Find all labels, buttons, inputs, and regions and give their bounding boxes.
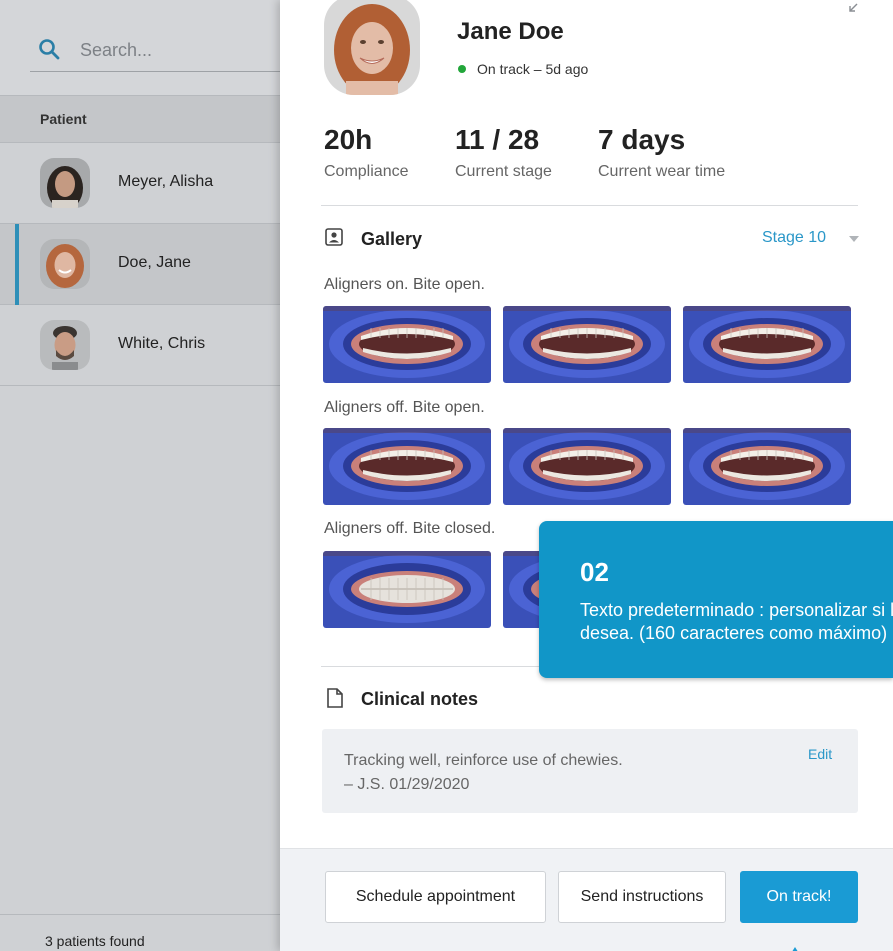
document-icon [327, 688, 343, 708]
stage-select[interactable]: Stage 10 [762, 229, 826, 247]
dental-photo-image [683, 428, 851, 505]
divider [321, 205, 858, 206]
patient-name: Doe, Jane [118, 254, 191, 271]
patient-list-panel: Patient Meyer, Alisha Doe, Jane [0, 0, 282, 951]
clinical-notes-title: Clinical notes [361, 689, 479, 709]
gallery-photo[interactable] [683, 306, 851, 383]
action-bar: Schedule appointment Send instructions O… [280, 848, 893, 951]
gallery-row-label: Aligners off. Bite open. [324, 399, 485, 416]
search-underline [30, 71, 282, 72]
on-track-button[interactable]: On track! [740, 871, 858, 923]
search-bar [0, 0, 282, 96]
dental-photo-image [683, 306, 851, 383]
patient-name-title: Jane Doe [457, 18, 564, 45]
search-icon [39, 39, 60, 60]
dental-photo-image [323, 551, 491, 628]
avatar [40, 320, 90, 370]
patient-avatar [324, 0, 420, 95]
avatar-image [40, 158, 90, 208]
edit-note-link[interactable]: Edit [808, 746, 832, 762]
clinical-note-card: Tracking well, reinforce use of chewies.… [322, 729, 858, 813]
gallery-title: Gallery [361, 229, 423, 249]
avatar-image [40, 239, 90, 289]
stat-wear-time-label: Current wear time [598, 163, 726, 180]
gallery-photo[interactable] [683, 428, 851, 505]
patient-photo [324, 0, 420, 95]
stat-stage-value: 11 / 28 [455, 124, 540, 155]
pointer-arrow-icon [790, 947, 800, 951]
stat-stage-label: Current stage [455, 163, 552, 180]
patient-name: Meyer, Alisha [118, 173, 214, 190]
stat-wear-time-value: 7 days [598, 124, 686, 155]
patient-list-footer: 3 patients found [0, 914, 282, 951]
patient-count: 3 patients found [45, 933, 145, 949]
image-icon [325, 228, 343, 246]
dental-photo-image [503, 306, 671, 383]
search-input[interactable] [80, 38, 270, 62]
schedule-appointment-button[interactable]: Schedule appointment [325, 871, 546, 923]
status-indicator [458, 65, 466, 73]
gallery-photo[interactable] [503, 428, 671, 505]
status-text: On track – 5d ago [477, 61, 589, 77]
callout-tooltip: 02 Texto predeterminado : personalizar s… [539, 521, 893, 678]
collapse-icon[interactable] [847, 2, 859, 14]
dental-photo-image [323, 306, 491, 383]
callout-text: Texto predeterminado : personalizar si l… [580, 600, 893, 643]
chevron-down-icon[interactable] [849, 236, 859, 242]
gallery-photo[interactable] [503, 306, 671, 383]
stat-compliance-label: Compliance [324, 163, 409, 180]
dental-photo-image [323, 428, 491, 505]
dental-photo-image [503, 428, 671, 505]
stat-compliance-value: 20h [324, 124, 373, 155]
patient-row-doe[interactable]: Doe, Jane [0, 224, 282, 305]
gallery-photo[interactable] [323, 428, 491, 505]
gallery-photo[interactable] [323, 306, 491, 383]
patient-row-meyer[interactable]: Meyer, Alisha [0, 143, 282, 224]
avatar-image [40, 320, 90, 370]
callout-number: 02 [580, 557, 609, 587]
column-header-label: Patient [40, 111, 87, 127]
avatar [40, 158, 90, 208]
gallery-photo[interactable] [323, 551, 491, 628]
send-instructions-button[interactable]: Send instructions [558, 871, 726, 923]
gallery-row-label: Aligners on. Bite open. [324, 276, 485, 293]
patient-detail-panel: Jane Doe On track – 5d ago 20h Complianc… [280, 0, 893, 951]
patient-row-white[interactable]: White, Chris [0, 305, 282, 386]
patient-column-header: Patient [0, 96, 282, 143]
clinical-note-text: Tracking well, reinforce use of chewies.… [344, 752, 623, 793]
patient-name: White, Chris [118, 335, 206, 352]
gallery-row-label: Aligners off. Bite closed. [324, 520, 496, 537]
avatar [40, 239, 90, 289]
